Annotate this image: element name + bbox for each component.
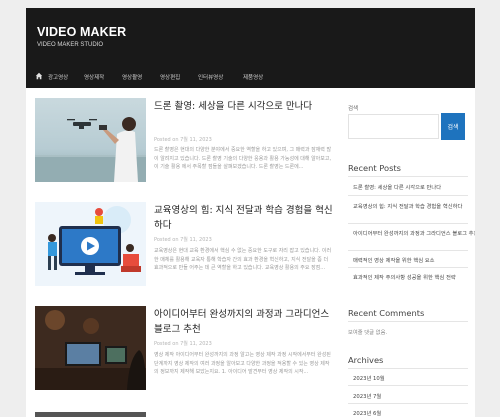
divider (348, 195, 468, 196)
recent-post-link[interactable]: 아이디어부터 완성까지의 과정과 그라디언스 블로그 추천 (353, 229, 475, 237)
recent-post-link[interactable]: 매력적인 영상 제작을 위한 핵심 요소 (353, 256, 435, 264)
nav-item-ad-video[interactable]: 광고영상 (48, 73, 68, 81)
archive-link[interactable]: 2023년 7월 (353, 392, 381, 400)
archive-link[interactable]: 2023년 10월 (353, 374, 385, 382)
post-item: 교육영상의 힘: 지식 전달과 학습 경험을 혁신하다 Posted on 7월… (35, 202, 334, 294)
post-excerpt: 영상 제작 아이디어부터 완성까지의 과정 알고는 영상 제작 과정 시작에서부… (154, 352, 331, 376)
nav-item-video-shooting[interactable]: 영상촬영 (122, 73, 142, 81)
post-thumbnail[interactable] (35, 306, 146, 390)
post-title[interactable]: 교육영상의 힘: 지식 전달과 학습 경험을 혁신하다 (154, 203, 334, 233)
post-meta: Posted on 7월 11, 2023 (154, 137, 212, 143)
page-container: VIDEO MAKER VIDEO MAKER STUDIO 광고영상 영상제작… (26, 8, 475, 417)
divider (348, 176, 468, 177)
search-label: 검색 (348, 106, 359, 112)
recent-post-link[interactable]: 교육영상의 힘: 지식 전달과 학습 경험을 혁신하다 (353, 202, 462, 210)
recent-comments-heading: Recent Comments (348, 308, 425, 318)
post-title[interactable]: 아이디어부터 완성까지의 과정과 그라디언스 블로그 추천 (154, 307, 334, 337)
site-header: VIDEO MAKER VIDEO MAKER STUDIO 광고영상 영상제작… (26, 8, 475, 88)
divider (348, 368, 468, 369)
search-button[interactable]: 검색 (441, 113, 465, 140)
nav-item-video-production[interactable]: 영상제작 (84, 73, 104, 81)
recent-post-link[interactable]: 효과적인 제작 주의사항 성공을 위한 핵심 전략 (353, 273, 456, 281)
post-item: 아이디어부터 완성까지의 과정과 그라디언스 블로그 추천 Posted on … (35, 306, 334, 398)
post-thumbnail[interactable] (35, 98, 146, 182)
nav-item-product-video[interactable]: 제품영상 (243, 73, 263, 81)
post-title[interactable]: 드론 촬영: 세상을 다른 시각으로 만나다 (154, 99, 334, 114)
post-excerpt: 교육영상은 현대 교육 환경에서 핵심 수 없는 중요한 도구로 자리 잡고 있… (154, 248, 332, 272)
post-meta: Posted on 7월 11, 2023 (154, 237, 212, 243)
recent-posts-heading: Recent Posts (348, 163, 401, 173)
archive-link[interactable]: 2023년 6월 (353, 409, 381, 417)
site-title[interactable]: VIDEO MAKER (37, 25, 126, 39)
recent-post-link[interactable]: 드론 촬영: 세상을 다른 시각으로 만나다 (353, 183, 441, 191)
post-thumbnail[interactable] (35, 202, 146, 286)
divider (348, 403, 468, 404)
main-navigation: 광고영상 영상제작 영상촬영 영상편집 인터뷰영상 제품영상 (26, 69, 475, 86)
site-tagline: VIDEO MAKER STUDIO (37, 42, 104, 48)
nav-item-interview-video[interactable]: 인터뷰영상 (198, 73, 223, 81)
divider (348, 250, 468, 251)
no-comments-text: 보여줄 댓글 없음. (348, 330, 388, 336)
divider (348, 321, 468, 322)
post-meta: Posted on 7월 11, 2023 (154, 341, 212, 347)
post-thumbnail[interactable] (35, 412, 146, 417)
archives-heading: Archives (348, 355, 384, 365)
post-item: 드론 촬영: 세상을 다른 시각으로 만나다 Posted on 7월 11, … (35, 98, 334, 190)
home-icon[interactable] (35, 72, 43, 80)
divider (348, 385, 468, 386)
search-input[interactable] (348, 114, 439, 139)
divider (348, 223, 468, 224)
post-excerpt: 드론 촬영은 현대의 다양한 분야에서 중요한 역할을 하고 있으며, 그 매력… (154, 147, 332, 171)
divider (348, 267, 468, 268)
nav-item-video-editing[interactable]: 영상편집 (160, 73, 180, 81)
